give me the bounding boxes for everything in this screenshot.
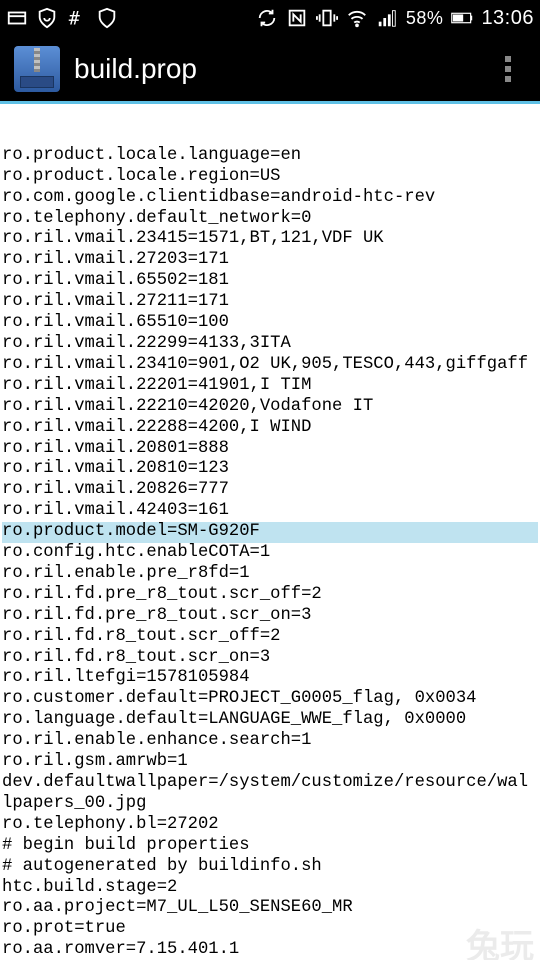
- file-line[interactable]: ro.product.locale.language=en: [2, 146, 538, 167]
- file-line[interactable]: ro.ril.vmail.27211=171: [2, 292, 538, 313]
- file-line[interactable]: ro.aa.romver=7.15.401.1: [2, 940, 538, 960]
- file-line[interactable]: ro.ril.vmail.22210=42020,Vodafone IT: [2, 397, 538, 418]
- overflow-menu-button[interactable]: [486, 47, 530, 91]
- app-bar: build.prop: [0, 36, 540, 104]
- file-line[interactable]: ro.ril.vmail.27203=171: [2, 250, 538, 271]
- app-icon: [14, 46, 60, 92]
- notification-icon: [6, 7, 28, 29]
- file-line[interactable]: ro.ril.fd.pre_r8_tout.scr_on=3: [2, 606, 538, 627]
- status-left: #: [6, 7, 118, 29]
- clock: 13:06: [481, 7, 534, 30]
- file-line[interactable]: ro.ril.vmail.22299=4133,3ITA: [2, 334, 538, 355]
- file-line[interactable]: ro.ril.enable.pre_r8fd=1: [2, 564, 538, 585]
- file-line[interactable]: ro.ril.vmail.20801=888: [2, 439, 538, 460]
- file-line[interactable]: ro.customer.default=PROJECT_G0005_flag, …: [2, 689, 538, 710]
- shield-icon: [96, 7, 118, 29]
- status-bar: # 58% 13:06: [0, 0, 540, 36]
- file-line[interactable]: ro.com.google.clientidbase=android-htc-r…: [2, 188, 538, 209]
- file-line[interactable]: ro.telephony.default_network=0: [2, 209, 538, 230]
- file-line[interactable]: ro.ril.fd.pre_r8_tout.scr_off=2: [2, 585, 538, 606]
- wifi-icon: [346, 7, 368, 29]
- file-line[interactable]: ro.product.locale.region=US: [2, 167, 538, 188]
- file-line[interactable]: htc.build.stage=2: [2, 878, 538, 899]
- file-line[interactable]: ro.ril.vmail.65502=181: [2, 271, 538, 292]
- file-line[interactable]: ro.aa.project=M7_UL_L50_SENSE60_MR: [2, 898, 538, 919]
- file-line[interactable]: ro.ril.fd.r8_tout.scr_off=2: [2, 627, 538, 648]
- battery-percentage: 58%: [406, 8, 444, 29]
- file-line[interactable]: ro.ril.vmail.42403=161: [2, 501, 538, 522]
- file-line[interactable]: # begin build properties: [2, 836, 538, 857]
- file-line[interactable]: ro.ril.vmail.20810=123: [2, 459, 538, 480]
- file-line[interactable]: ro.config.htc.enableCOTA=1: [2, 543, 538, 564]
- vibrate-icon: [316, 7, 338, 29]
- file-line[interactable]: ro.ril.vmail.20826=777: [2, 480, 538, 501]
- file-line[interactable]: ro.language.default=LANGUAGE_WWE_flag, 0…: [2, 710, 538, 731]
- file-line[interactable]: # autogenerated by buildinfo.sh: [2, 857, 538, 878]
- file-line[interactable]: ro.ril.gsm.amrwb=1: [2, 752, 538, 773]
- file-line[interactable]: dev.defaultwallpaper=/system/customize/r…: [2, 773, 538, 815]
- sync-icon: [256, 7, 278, 29]
- file-line[interactable]: ro.ril.vmail.22288=4200,I WIND: [2, 418, 538, 439]
- file-line[interactable]: ro.ril.vmail.65510=100: [2, 313, 538, 334]
- file-line[interactable]: ro.ril.fd.r8_tout.scr_on=3: [2, 648, 538, 669]
- signal-icon: [376, 7, 398, 29]
- file-line[interactable]: ro.ril.vmail.23410=901,O2 UK,905,TESCO,4…: [2, 355, 538, 376]
- battery-icon: [451, 7, 473, 29]
- file-content[interactable]: ro.product.locale.language=enro.product.…: [0, 104, 540, 960]
- app-title: build.prop: [74, 53, 486, 85]
- file-line[interactable]: ro.prot=true: [2, 919, 538, 940]
- file-line[interactable]: ro.ril.enable.enhance.search=1: [2, 731, 538, 752]
- status-right: 58% 13:06: [256, 7, 534, 30]
- shield-sync-icon: [36, 7, 58, 29]
- file-line[interactable]: ro.ril.vmail.22201=41901,I TIM: [2, 376, 538, 397]
- svg-text:#: #: [69, 8, 80, 29]
- file-line[interactable]: ro.ril.vmail.23415=1571,BT,121,VDF UK: [2, 229, 538, 250]
- file-line[interactable]: ro.telephony.bl=27202: [2, 815, 538, 836]
- file-line[interactable]: ro.product.model=SM-G920F: [2, 522, 538, 543]
- file-line[interactable]: ro.ril.ltefgi=1578105984: [2, 668, 538, 689]
- hash-icon: #: [66, 7, 88, 29]
- nfc-icon: [286, 7, 308, 29]
